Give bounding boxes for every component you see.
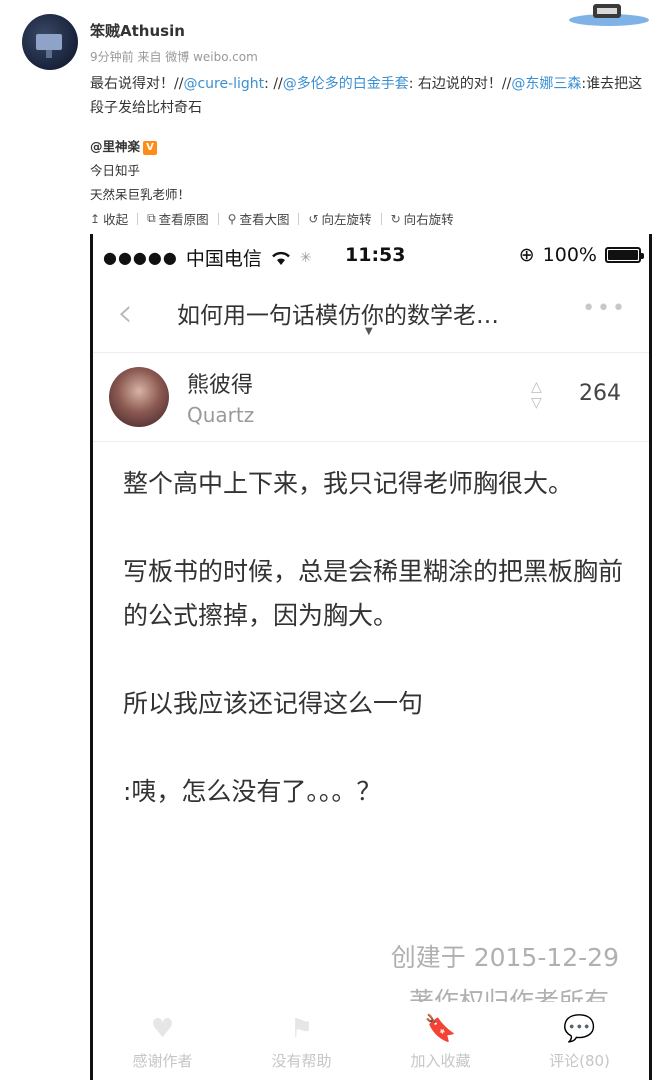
tab-comment[interactable]: 💬 评论(80) [510, 1004, 649, 1080]
bookmark-icon: 🔖 [424, 1014, 457, 1044]
question-title[interactable]: 如何用一句话模仿你的数学老… [177, 296, 587, 330]
answer-paragraph: 所以我应该还记得这么一句 [123, 689, 424, 718]
comment-icon: 💬 [563, 1014, 596, 1044]
toolbar-divider [298, 212, 300, 225]
avatar-monitor-stand [46, 50, 52, 58]
username[interactable]: 笨贼Athusin [90, 20, 185, 41]
external-link-icon: ⧉ [147, 211, 156, 225]
toolbar-divider [380, 212, 382, 225]
back-chevron-icon[interactable]: ‹ [117, 290, 133, 336]
author-avatar[interactable] [109, 367, 169, 427]
mention-link[interactable]: @多伦多的白金手套 [283, 76, 409, 92]
toolbar-divider [217, 212, 219, 225]
vote-arrows-icon[interactable]: △ ▽ [531, 379, 542, 411]
answer-paragraph: 整个高中上下来，我只记得老师胸很大。 [123, 469, 574, 498]
post-text-segment: 最右说得对！// [90, 76, 184, 92]
tab-label: 评论(80) [549, 1052, 610, 1070]
corner-decoration-icon [569, 4, 649, 26]
battery-percent: 100% [542, 244, 597, 266]
repost-author[interactable]: @里神楽 [90, 139, 140, 154]
toolbar-divider [137, 212, 139, 225]
vote-count: 264 [579, 381, 621, 406]
verified-badge-icon: V [143, 140, 158, 155]
repost-block: @里神楽 V 今日知乎 天然呆巨乳老师！ [90, 135, 190, 207]
toolbar-label: 向左旋转 [321, 212, 372, 227]
toolbar-label: 向右旋转 [403, 212, 454, 227]
toolbar-rotate-right-button[interactable]: ↻ 向右旋转 [391, 209, 454, 228]
toolbar-external-link-button[interactable]: ⧉ 查看原图 [147, 209, 209, 228]
toolbar-magnifier-button[interactable]: ⚲ 查看大图 [228, 209, 290, 228]
collapse-icon: ↥ [90, 211, 101, 226]
nav-bar: ‹ 如何用一句话模仿你的数学老… ••• ▼ [93, 282, 649, 342]
rotation-lock-icon: ⊕ [518, 244, 535, 266]
created-date: 创建于 2015-12-29 [390, 943, 619, 972]
wifi-icon [271, 251, 290, 265]
signal-strength-icon: ●●●●● [103, 248, 178, 267]
answer-paragraph: :咦，怎么没有了。。。？ [123, 777, 382, 806]
tab-heart[interactable]: ♥ 感谢作者 [93, 1004, 232, 1080]
post-text-segment: : // [264, 76, 283, 92]
magnifier-icon: ⚲ [227, 211, 237, 226]
answer-paragraph: 写板书的时候，总是会稀里糊涂的把黑板胸前的公式擦掉，因为胸大。 [123, 557, 624, 630]
mention-link[interactable]: @东娜三森 [511, 76, 581, 92]
toolbar-rotate-left-button[interactable]: ↺ 向左旋转 [308, 209, 371, 228]
author-name[interactable]: 熊彼得 [187, 367, 253, 399]
tab-label: 感谢作者 [132, 1052, 193, 1070]
flag-icon: ⚑ [289, 1014, 314, 1044]
rotate-right-icon: ↻ [390, 211, 401, 226]
image-toolbar: ↥ 收起 ⧉ 查看原图 ⚲ 查看大图 ↺ 向左旋转 ↻ 向右旋转 [90, 209, 454, 228]
toolbar-label: 收起 [103, 212, 129, 227]
avatar-monitor-graphic [36, 34, 62, 50]
expand-caret-icon[interactable]: ▼ [365, 326, 373, 337]
tab-flag[interactable]: ⚑ 没有帮助 [232, 1004, 371, 1080]
post-text: 最右说得对！//@cure-light: //@多伦多的白金手套: 右边说的对！… [90, 72, 650, 120]
loading-spinner-icon: ✳ [299, 249, 312, 266]
post-text-segment: : 右边说的对！// [408, 76, 512, 92]
toolbar-label: 查看大图 [239, 212, 290, 227]
answer-author-row: 熊彼得 Quartz △ ▽ 264 [93, 352, 649, 442]
heart-icon: ♥ [150, 1014, 175, 1044]
tab-bookmark[interactable]: 🔖 加入收藏 [371, 1004, 510, 1080]
more-options-icon[interactable]: ••• [582, 296, 627, 321]
status-time: 11:53 [345, 244, 406, 266]
battery-icon [605, 247, 644, 263]
carrier-name: 中国电信 [185, 248, 262, 270]
embedded-screenshot: ●●●●● 中国电信 ✳ 11:53 ⊕ 100% ‹ 如何用一句话模仿你的数学… [90, 234, 652, 1080]
answer-body: 整个高中上下来，我只记得老师胸很大。写板书的时候，总是会稀里糊涂的把黑板胸前的公… [123, 462, 623, 858]
copyright-notice: 著作权归作者所有 [408, 987, 609, 1002]
repost-line: 今日知乎 [90, 163, 141, 178]
tab-label: 没有帮助 [271, 1052, 332, 1070]
toolbar-label: 查看原图 [158, 212, 209, 227]
post-meta: 9分钟前 来自 微博 weibo.com [90, 50, 258, 64]
bottom-action-bar: ♥ 感谢作者 ⚑ 没有帮助 🔖 加入收藏 💬 评论(80) [93, 1004, 649, 1080]
repost-line: 天然呆巨乳老师！ [90, 187, 191, 202]
toolbar-collapse-button[interactable]: ↥ 收起 [90, 209, 128, 228]
rotate-left-icon: ↺ [308, 211, 319, 226]
tab-label: 加入收藏 [410, 1052, 471, 1070]
author-bio: Quartz [187, 403, 255, 427]
mention-link[interactable]: @cure-light [183, 76, 264, 92]
user-avatar[interactable] [22, 14, 78, 70]
status-bar: ●●●●● 中国电信 ✳ 11:53 ⊕ 100% [93, 234, 649, 278]
